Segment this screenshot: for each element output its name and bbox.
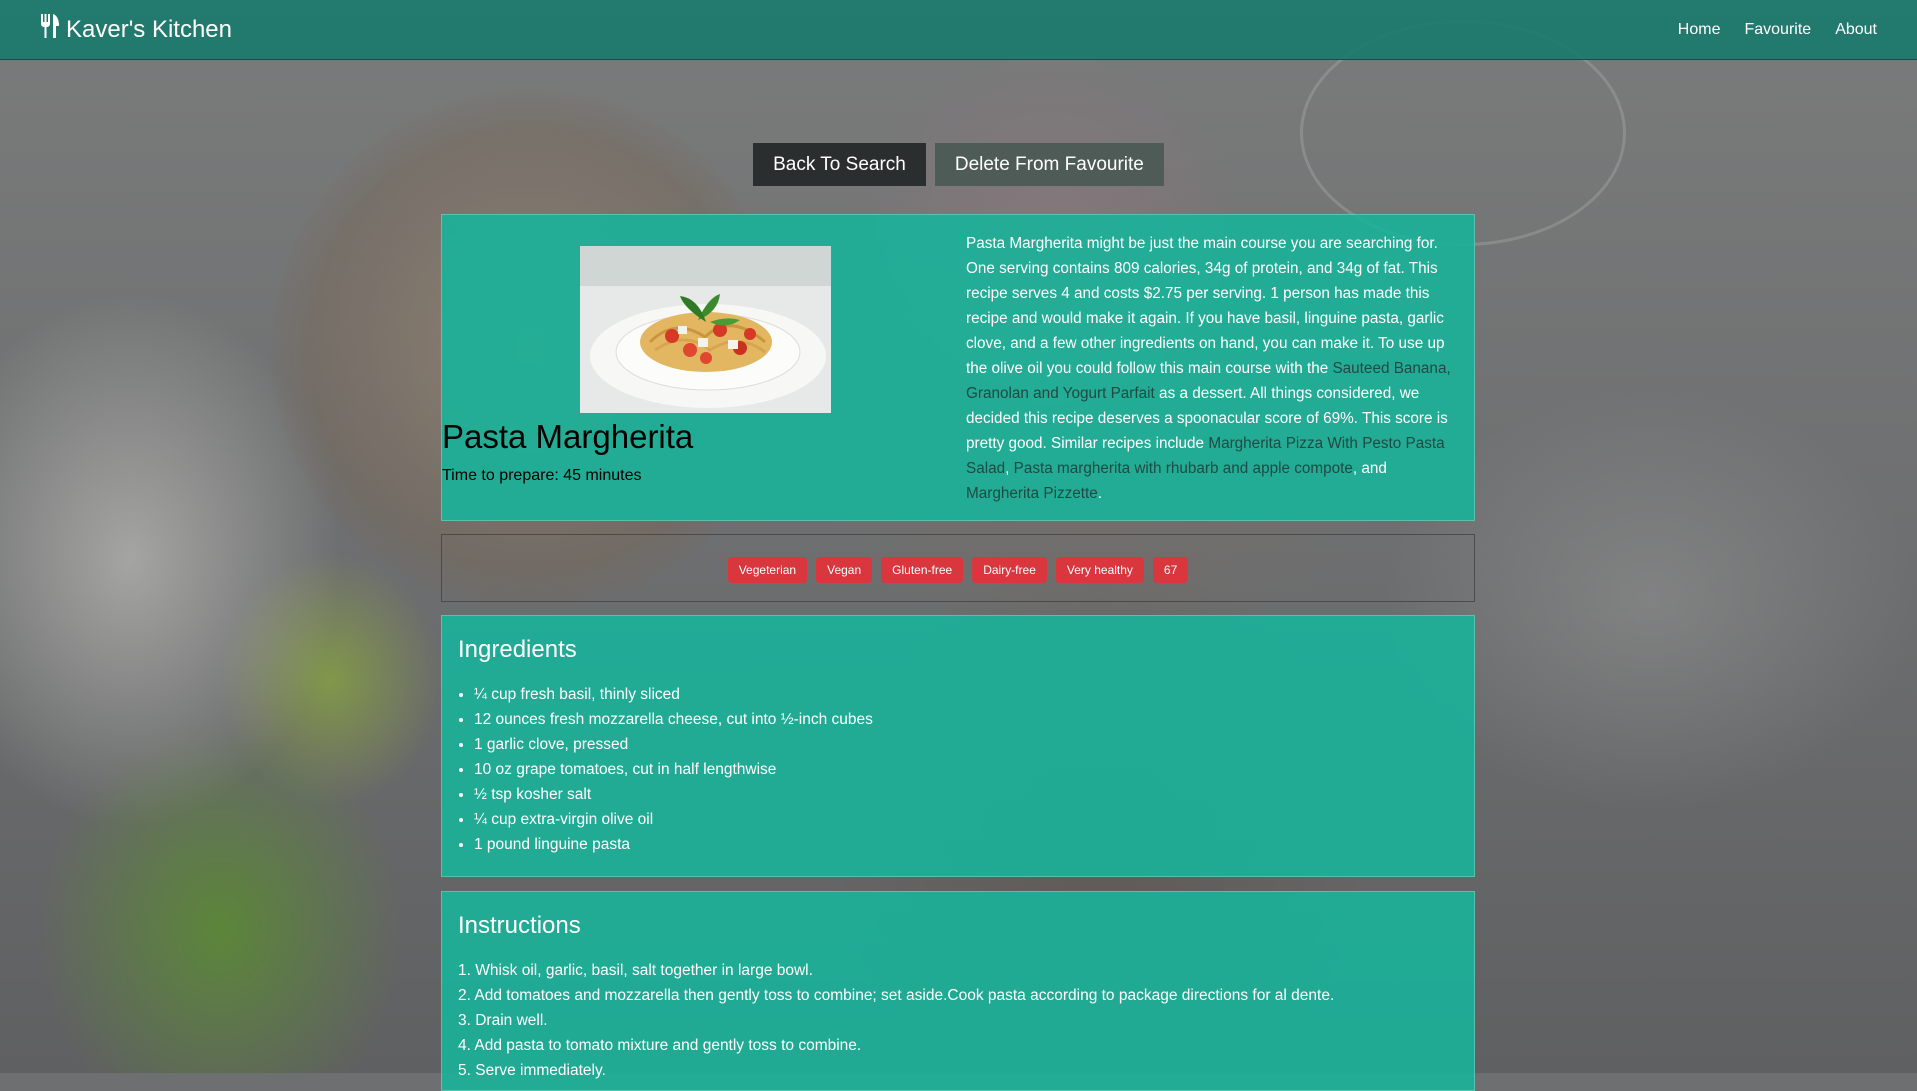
ingredients-panel: Ingredients ¼ cup fresh basil, thinly sl… [441, 615, 1475, 877]
ingredients-heading: Ingredients [458, 636, 577, 663]
recipe-image [580, 246, 831, 413]
nav-about-link[interactable]: About [1835, 21, 1877, 39]
summary-separator: , and [1352, 460, 1387, 477]
recipe-summary: Pasta Margherita might be just the main … [966, 231, 1456, 506]
badge-health-score: 67 [1152, 557, 1189, 583]
action-buttons: Back To Search Delete From Favourite [0, 143, 1917, 186]
badge-very-healthy: Very healthy [1055, 557, 1144, 583]
list-item: 1 pound linguine pasta [474, 832, 873, 857]
badge-dairy-free: Dairy-free [972, 557, 1047, 583]
delete-from-favourite-button[interactable]: Delete From Favourite [934, 143, 1164, 186]
instructions-list: 1. Whisk oil, garlic, basil, salt togeth… [458, 958, 1334, 1083]
badge-vegan: Vegan [816, 557, 873, 583]
brand-name: Kaver's Kitchen [66, 15, 232, 43]
badge-vegetarian: Vegeterian [727, 557, 808, 583]
list-item: 1. Whisk oil, garlic, basil, salt togeth… [458, 962, 813, 979]
list-item: ¼ cup fresh basil, thinly sliced [474, 682, 873, 707]
list-item: 3. Drain well. [458, 1012, 548, 1029]
prep-time: Time to prepare: 45 minutes [442, 467, 642, 484]
list-item: 4. Add pasta to tomato mixture and gentl… [458, 1037, 862, 1054]
instructions-heading: Instructions [458, 912, 581, 939]
summary-end: . [1097, 485, 1103, 502]
list-item: 10 oz grape tomatoes, cut in half length… [474, 757, 873, 782]
list-item: 12 ounces fresh mozzarella cheese, cut i… [474, 707, 873, 732]
utensils-icon [40, 13, 60, 46]
back-to-search-button[interactable]: Back To Search [753, 143, 926, 186]
navbar: Kaver's Kitchen Home Favourite About [0, 0, 1917, 60]
summary-link-similar-2[interactable]: Pasta margherita with rhubarb and apple … [1014, 460, 1353, 477]
list-item: 1 garlic clove, pressed [474, 732, 873, 757]
badge-gluten-free: Gluten-free [881, 557, 964, 583]
list-item: ¼ cup extra-virgin olive oil [474, 807, 873, 832]
summary-text: Pasta Margherita might be just the main … [966, 235, 1445, 377]
diet-badges: Vegeterian Vegan Gluten-free Dairy-free … [441, 534, 1475, 602]
list-item: 2. Add tomatoes and mozzarella then gent… [458, 987, 1335, 1004]
summary-separator: , [1005, 460, 1014, 477]
instructions-panel: Instructions 1. Whisk oil, garlic, basil… [441, 891, 1475, 1091]
recipe-card: Pasta Margherita Time to prepare: 45 min… [441, 214, 1475, 521]
nav-home-link[interactable]: Home [1678, 21, 1721, 39]
list-item: 5. Serve immediately. [458, 1062, 606, 1079]
nav-favourite-link[interactable]: Favourite [1744, 21, 1811, 39]
ingredients-list: ¼ cup fresh basil, thinly sliced 12 ounc… [458, 682, 873, 857]
summary-link-similar-3[interactable]: Margherita Pizzette [966, 485, 1098, 502]
brand-link[interactable]: Kaver's Kitchen [40, 13, 232, 46]
recipe-title: Pasta Margherita [442, 418, 694, 455]
nav-links: Home Favourite About [1678, 21, 1877, 39]
list-item: ½ tsp kosher salt [474, 782, 873, 807]
